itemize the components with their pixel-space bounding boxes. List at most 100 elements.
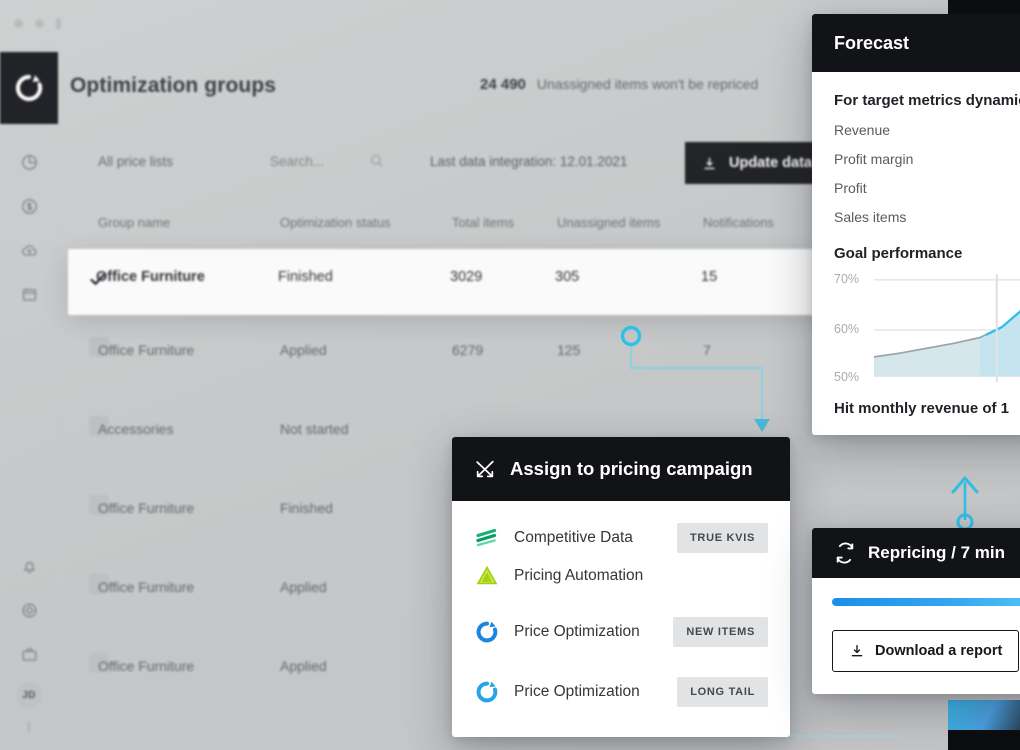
cell-group-name: Accessories xyxy=(98,421,174,437)
pie-chart-icon xyxy=(21,154,37,170)
price-optimization-icon xyxy=(474,619,500,645)
sidebar-item-workspace[interactable] xyxy=(0,632,58,676)
column-optimization-status: Optimization status xyxy=(280,215,391,230)
app-root: JD Optimization groups 24 490 Unassigned… xyxy=(0,0,1020,750)
column-notifications: Notifications xyxy=(703,215,774,230)
update-data-button[interactable]: Update data xyxy=(685,142,832,184)
unassigned-summary: 24 490 Unassigned items won't be reprice… xyxy=(480,76,758,93)
assign-item-label: Price Optimization xyxy=(514,623,640,640)
page-title: Optimization groups xyxy=(70,74,277,97)
search-input[interactable]: Search... xyxy=(270,154,324,169)
forecast-metric-revenue[interactable]: Revenue xyxy=(834,122,1020,138)
cell-status: Applied xyxy=(280,658,327,674)
calendar-icon xyxy=(22,288,36,301)
sidebar-bottom-nav: JD xyxy=(0,544,58,732)
sidebar-scroll-indicator xyxy=(28,722,30,732)
column-unassigned-items: Unassigned items xyxy=(557,215,661,230)
repricing-card-body: Download a report xyxy=(812,578,1020,694)
assign-badge-true-kvis[interactable]: TRUE KVIS xyxy=(677,523,768,553)
column-group-name: Group name xyxy=(98,215,171,230)
background-panel-bottom-dark xyxy=(948,730,1020,750)
currency-circle-icon xyxy=(21,198,37,214)
chart-plot-area xyxy=(874,274,1020,382)
download-report-button[interactable]: Download a report xyxy=(832,630,1020,672)
price-optimization-icon xyxy=(474,679,500,705)
unassigned-count: 24 490 xyxy=(480,76,526,93)
assign-item-pricing-automation[interactable]: Pricing Automation xyxy=(474,557,768,595)
assign-badge-new-items[interactable]: NEW ITEMS xyxy=(673,617,768,647)
repricing-actions: Download a report xyxy=(832,630,1020,672)
repricing-card-title: Repricing / 7 min xyxy=(868,543,1005,562)
assign-card-header: Assign to pricing campaign xyxy=(452,437,790,501)
chart-svg xyxy=(874,274,1020,382)
repricing-card: Repricing / 7 min Download a report xyxy=(812,528,1020,694)
bell-icon xyxy=(23,561,35,573)
app-logo[interactable] xyxy=(0,52,58,124)
price-list-filter[interactable]: All price lists xyxy=(98,154,173,169)
forecast-metric-sales-items[interactable]: Sales items xyxy=(834,209,1020,225)
sidebar-nav xyxy=(0,140,58,316)
pricing-automation-icon xyxy=(474,563,500,589)
assign-item-competitive-data[interactable]: Competitive Data TRUE KVIS xyxy=(474,519,768,557)
download-icon xyxy=(704,157,715,169)
window-controls[interactable] xyxy=(14,18,61,29)
assign-badge-long-tail[interactable]: LONG TAIL xyxy=(677,677,768,707)
cell-group-name: Office Furniture xyxy=(96,269,205,285)
last-integration-label: Last data integration: 12.01.2021 xyxy=(430,154,628,169)
forecast-metric-profit[interactable]: Profit xyxy=(834,180,1020,196)
window-dot[interactable] xyxy=(14,19,23,28)
cell-unassigned: 125 xyxy=(557,342,581,358)
assign-item-price-optimization-new[interactable]: Price Optimization NEW ITEMS xyxy=(474,613,768,651)
chart-ytick-60: 60% xyxy=(834,322,860,336)
cell-status: Finished xyxy=(278,269,333,285)
assign-item-label: Price Optimization xyxy=(514,683,640,700)
cell-status: Applied xyxy=(280,342,327,358)
assign-item-price-optimization-long-tail[interactable]: Price Optimization LONG TAIL xyxy=(474,673,768,711)
sidebar-item-campaigns[interactable] xyxy=(0,272,58,316)
refresh-icon xyxy=(836,542,854,564)
cell-group-name: Office Furniture xyxy=(98,579,195,595)
forecast-card: Forecast For target metrics dynamic Reve… xyxy=(812,14,1020,435)
search-icon-wrap[interactable] xyxy=(368,152,385,174)
forecast-card-title: Forecast xyxy=(834,32,910,53)
repricing-card-header: Repricing / 7 min xyxy=(812,528,1020,578)
repricing-progress-bar xyxy=(832,598,1020,606)
avatar[interactable]: JD xyxy=(16,682,42,708)
cell-status: Applied xyxy=(280,579,327,595)
shuffle-icon xyxy=(476,460,494,478)
cell-group-name: Office Furniture xyxy=(98,342,195,358)
assign-to-pricing-campaign-card: Assign to pricing campaign Competitive D… xyxy=(452,437,790,737)
chart-ytick-50: 50% xyxy=(834,370,860,384)
cell-notifications: 15 xyxy=(701,269,718,285)
sidebar-item-notifications[interactable] xyxy=(0,544,58,588)
forecast-section-title: For target metrics dynamic xyxy=(834,92,1020,109)
briefcase-icon xyxy=(22,647,36,661)
sidebar-item-analytics[interactable] xyxy=(0,140,58,184)
forecast-card-body: For target metrics dynamic Revenue Profi… xyxy=(812,72,1020,435)
cell-group-name: Office Furniture xyxy=(98,658,195,674)
goal-performance-title: Goal performance xyxy=(834,245,963,262)
circular-arrow-logo-icon xyxy=(15,74,43,102)
cell-total: 3029 xyxy=(450,269,483,285)
cell-status: Not started xyxy=(280,421,349,437)
cell-total: 6279 xyxy=(452,342,484,358)
cell-notifications: 7 xyxy=(703,342,711,358)
sidebar-item-pricing[interactable] xyxy=(0,184,58,228)
window-tab-marker[interactable] xyxy=(56,18,61,29)
forecast-footer-text: Hit monthly revenue of 1 xyxy=(834,400,1010,417)
assign-item-label: Competitive Data xyxy=(514,529,633,546)
sidebar-item-goals[interactable] xyxy=(0,588,58,632)
cell-group-name: Office Furniture xyxy=(98,500,195,516)
forecast-metric-profit-margin[interactable]: Profit margin xyxy=(834,151,1020,167)
forecast-card-header: Forecast xyxy=(812,14,1020,72)
sidebar-item-integrations[interactable] xyxy=(0,228,58,272)
target-icon xyxy=(22,603,36,617)
column-total-items: Total items xyxy=(452,215,515,230)
assign-card-title: Assign to pricing campaign xyxy=(510,458,753,479)
window-dot[interactable] xyxy=(35,19,44,28)
cloud-upload-icon xyxy=(21,244,37,255)
update-data-label: Update data xyxy=(729,155,812,171)
cell-unassigned: 305 xyxy=(555,269,580,285)
chart-ytick-70: 70% xyxy=(834,272,860,286)
download-report-label: Download a report xyxy=(875,643,1003,659)
